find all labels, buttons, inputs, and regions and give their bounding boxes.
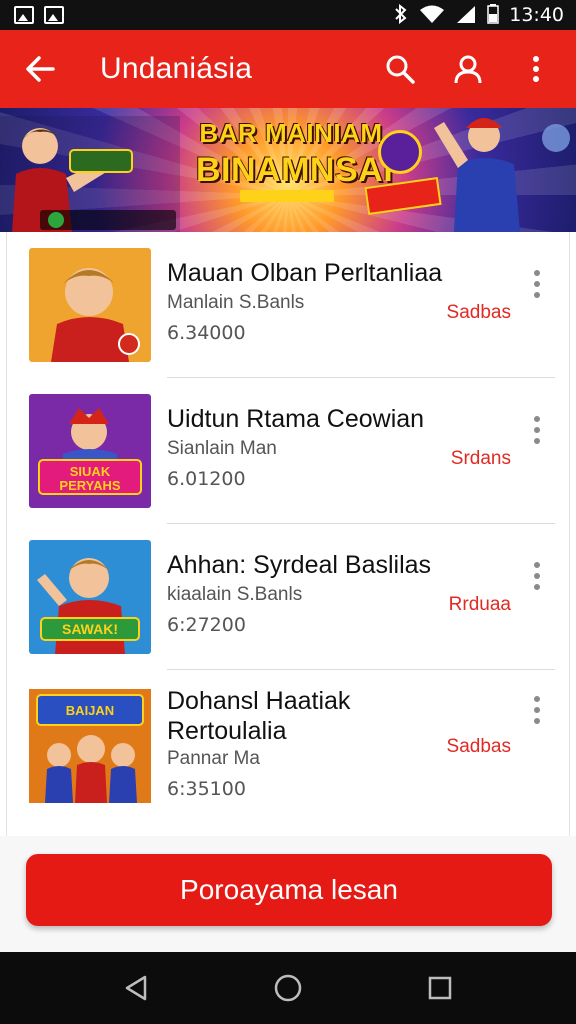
game-price: 6.34000 [167, 322, 246, 344]
signal-icon [455, 4, 477, 27]
item-more-button[interactable] [525, 556, 549, 596]
list-item[interactable]: SIUAK PERYAHS Uidtun Rtama Ceowian Sianl… [7, 378, 571, 524]
status-bar: 13:40 [0, 0, 576, 30]
search-icon [386, 55, 415, 84]
list-item[interactable]: BAIJAN Dohansl Haatiak Rertoulalia Panna… [7, 670, 571, 836]
phone-screen: 13:40 Undaniásia BAR MAINIAM BINAMNSAI M… [0, 0, 576, 1024]
more-vert-icon [533, 56, 539, 82]
game-status-badge: Sadbas [446, 302, 511, 323]
back-arrow-icon [26, 56, 55, 82]
system-nav-bar [0, 952, 576, 1024]
game-thumbnail: BAIJAN [29, 689, 151, 803]
game-subtitle: Pannar Ma [167, 748, 260, 769]
wifi-icon [419, 4, 445, 27]
game-thumbnail: SAWAK! [29, 540, 151, 654]
image-icon [14, 6, 34, 24]
account-icon [454, 55, 482, 84]
game-title: Uidtun Rtama Ceowian [167, 405, 425, 433]
banner-badge-icon [378, 130, 422, 174]
banner-hero-right-illustration [434, 118, 570, 232]
search-button[interactable] [378, 47, 422, 91]
banner-hero-left-illustration [0, 116, 180, 232]
bluetooth-icon [393, 3, 409, 27]
game-subtitle: Manlain S.Banls [167, 292, 305, 313]
game-title: Ahhan: Syrdeal Baslilas [167, 551, 432, 579]
game-thumbnail: SIUAK PERYAHS [29, 394, 151, 508]
account-button[interactable] [446, 47, 490, 91]
list-item[interactable]: SAWAK! Ahhan: Syrdeal Baslilas kiaalain … [7, 524, 571, 670]
game-price: 6:27200 [167, 614, 246, 636]
svg-text:BAIJAN: BAIJAN [66, 703, 114, 718]
banner-headline-line1: BAR MAINIAM [199, 118, 383, 148]
overflow-menu-button[interactable] [514, 47, 558, 91]
nav-recents-button[interactable] [416, 964, 464, 1012]
item-more-button[interactable] [525, 410, 549, 450]
back-button[interactable] [18, 47, 62, 91]
list-item[interactable]: Mauan Olban Perltanliaa Manlain S.Banls … [7, 232, 571, 378]
game-status-badge: Sadbas [446, 736, 511, 757]
back-triangle-icon [125, 975, 147, 1001]
game-subtitle: kiaalain S.Banls [167, 584, 303, 605]
banner-headline: BAR MAINIAM BINAMNSAI [196, 118, 394, 190]
game-title: Mauan Olban Perltanliaa [167, 259, 443, 287]
game-subtitle: Sianlain Man [167, 438, 277, 459]
svg-text:PERYAHS: PERYAHS [59, 478, 121, 493]
game-status-badge: Srdans [450, 448, 511, 469]
game-title: Dohansl Haatiak Rertoulalia [167, 687, 351, 745]
recents-square-icon [428, 976, 452, 1000]
gallery-icon [44, 6, 64, 24]
banner-subtitle-strip [240, 190, 334, 202]
game-status-badge: Rrduaa [448, 594, 511, 615]
banner-headline-line2: BINAMNSAI [196, 151, 394, 189]
svg-text:SIUAK: SIUAK [70, 464, 111, 479]
game-price: 6:35100 [167, 778, 246, 800]
app-bar: Undaniásia [0, 30, 576, 108]
game-price: 6.01200 [167, 468, 246, 490]
bottom-cta-area: Poroayama lesan [0, 836, 576, 952]
game-thumbnail [29, 248, 151, 362]
home-circle-icon [274, 974, 302, 1002]
nav-back-button[interactable] [112, 964, 160, 1012]
svg-text:SAWAK!: SAWAK! [62, 621, 118, 637]
status-time: 13:40 [509, 4, 564, 26]
promo-banner[interactable]: BAR MAINIAM BINAMNSAI [0, 108, 576, 232]
game-list: Mauan Olban Perltanliaa Manlain S.Banls … [6, 232, 570, 836]
battery-icon [487, 3, 499, 27]
item-more-button[interactable] [525, 690, 549, 730]
primary-action-button[interactable]: Poroayama lesan [26, 854, 552, 926]
app-title: Undaniásia [100, 52, 253, 85]
item-more-button[interactable] [525, 264, 549, 304]
nav-home-button[interactable] [264, 964, 312, 1012]
